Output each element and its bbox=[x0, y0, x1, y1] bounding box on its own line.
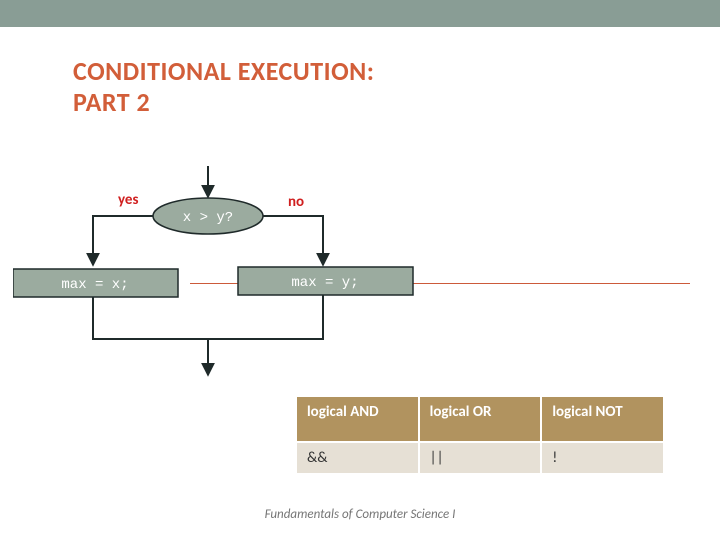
right-action-text: max = y; bbox=[291, 275, 358, 291]
yes-label: yes bbox=[118, 191, 138, 209]
cell-and: && bbox=[296, 442, 419, 474]
header-and: logical AND bbox=[296, 396, 419, 442]
table-header-row: logical AND logical OR logical NOT bbox=[296, 396, 664, 442]
table-row: && || ! bbox=[296, 442, 664, 474]
no-label: no bbox=[288, 193, 304, 211]
left-action-text: max = x; bbox=[61, 277, 128, 293]
decision-text: x > y? bbox=[183, 210, 233, 226]
title-line-1: CONDITIONAL EXECUTION: bbox=[73, 56, 374, 87]
slide-title: CONDITIONAL EXECUTION: PART 2 bbox=[73, 56, 374, 118]
operator-table: logical AND logical OR logical NOT && ||… bbox=[295, 395, 665, 475]
flowchart: x > y? yes no max = x; max = y; bbox=[13, 164, 433, 389]
title-line-2: PART 2 bbox=[73, 87, 374, 118]
header-not: logical NOT bbox=[541, 396, 664, 442]
cell-or: || bbox=[419, 442, 542, 474]
header-or: logical OR bbox=[419, 396, 542, 442]
cell-not: ! bbox=[541, 442, 664, 474]
footer-text: Fundamentals of Computer Science I bbox=[0, 507, 720, 522]
header-bar bbox=[0, 0, 720, 27]
